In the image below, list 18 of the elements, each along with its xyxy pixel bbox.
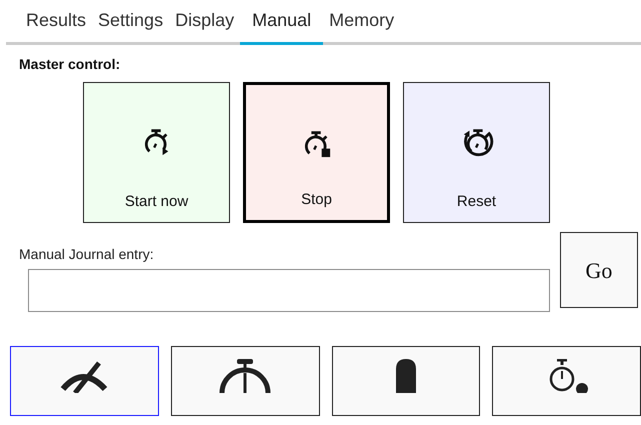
journal-input-field[interactable] bbox=[28, 269, 550, 312]
stopwatch-icon bbox=[217, 359, 274, 393]
tool-button[interactable] bbox=[332, 346, 480, 416]
section-label: Master control: bbox=[19, 55, 122, 73]
eye-slash-icon bbox=[59, 359, 110, 393]
tab[interactable]: Settings bbox=[92, 6, 170, 45]
field-label: Manual Journal entry: bbox=[19, 245, 155, 263]
stop-button[interactable]: Stop bbox=[243, 82, 390, 223]
tool-button[interactable] bbox=[492, 346, 641, 416]
start-button[interactable]: Start now bbox=[83, 82, 230, 223]
tab[interactable]: Display bbox=[169, 6, 240, 45]
go-button[interactable]: Go bbox=[560, 232, 638, 308]
reset-button[interactable]: Reset bbox=[403, 82, 550, 223]
tool-button[interactable] bbox=[10, 346, 159, 416]
tab[interactable]: Memory bbox=[323, 6, 400, 45]
tab[interactable]: Results bbox=[20, 6, 92, 45]
tab[interactable]: Manual bbox=[240, 6, 324, 45]
tool-button[interactable] bbox=[170, 346, 320, 416]
